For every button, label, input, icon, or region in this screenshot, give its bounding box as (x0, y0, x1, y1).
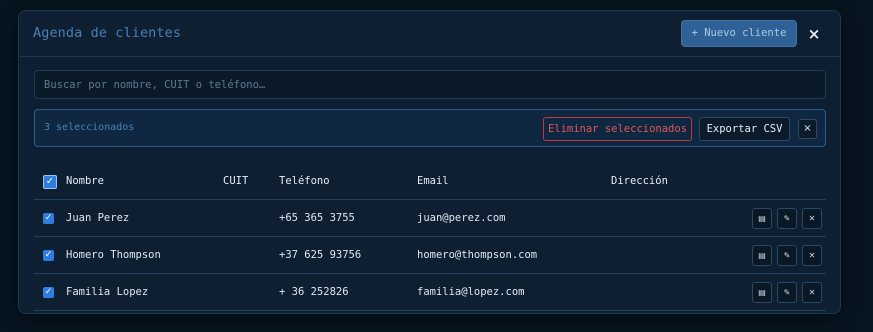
clients-modal: Agenda de clientes + Nuevo cliente × 3 s… (18, 10, 841, 314)
clear-selection-icon[interactable]: × (798, 119, 817, 139)
modal-header: Agenda de clientes + Nuevo cliente × (19, 11, 840, 57)
edit-icon[interactable]: ✎ (777, 282, 797, 303)
export-csv-button[interactable]: Exportar CSV (699, 117, 790, 141)
row-checkbox[interactable]: ✓ (43, 287, 54, 298)
clients-table: ✓ Nombre CUIT Teléfono Email Dirección ✓… (34, 163, 826, 311)
table-row[interactable]: ✓ Juan Perez +65 365 3755 juan@perez.com… (34, 200, 826, 237)
table-row[interactable]: ✓ Homero Thompson +37 625 93756 homero@t… (34, 237, 826, 274)
table-row[interactable]: ✓ Familia Lopez + 36 252826 familia@lope… (34, 274, 826, 311)
column-header-cuit[interactable]: CUIT (223, 163, 248, 200)
selection-count: 3 seleccionados (44, 122, 135, 133)
view-icon[interactable]: ▤ (752, 282, 772, 303)
select-all-checkbox[interactable]: ✓ (43, 175, 57, 189)
column-header-email[interactable]: Email (417, 163, 449, 200)
delete-icon[interactable]: ✕ (802, 282, 822, 303)
client-name: Juan Perez (66, 212, 130, 224)
client-email: homero@thompson.com (417, 249, 538, 261)
selection-bar: 3 seleccionados Eliminar seleccionados E… (34, 109, 826, 147)
delete-selected-button[interactable]: Eliminar seleccionados (543, 117, 692, 141)
column-header-name[interactable]: Nombre (66, 163, 104, 200)
view-icon[interactable]: ▤ (752, 245, 772, 266)
client-email: familia@lopez.com (417, 286, 525, 298)
client-phone: +37 625 93756 (279, 249, 362, 261)
modal-title: Agenda de clientes (33, 25, 182, 41)
row-checkbox[interactable]: ✓ (43, 250, 54, 261)
client-email: juan@perez.com (417, 212, 506, 224)
close-icon[interactable]: × (805, 24, 823, 44)
new-client-button[interactable]: + Nuevo cliente (681, 20, 797, 47)
search-input[interactable] (34, 70, 826, 99)
edit-icon[interactable]: ✎ (777, 208, 797, 229)
table-header: ✓ Nombre CUIT Teléfono Email Dirección (34, 163, 826, 200)
delete-icon[interactable]: ✕ (802, 208, 822, 229)
client-phone: +65 365 3755 (279, 212, 355, 224)
client-name: Homero Thompson (66, 249, 161, 261)
column-header-phone[interactable]: Teléfono (279, 163, 330, 200)
view-icon[interactable]: ▤ (752, 208, 772, 229)
client-phone: + 36 252826 (279, 286, 349, 298)
edit-icon[interactable]: ✎ (777, 245, 797, 266)
column-header-address[interactable]: Dirección (611, 163, 668, 200)
client-name: Familia Lopez (66, 286, 149, 298)
delete-icon[interactable]: ✕ (802, 245, 822, 266)
row-checkbox[interactable]: ✓ (43, 213, 54, 224)
